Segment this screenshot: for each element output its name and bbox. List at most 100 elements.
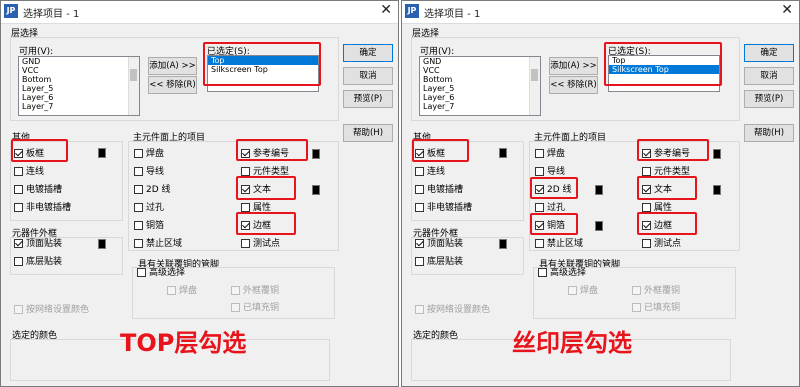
board-outline-color-swatch[interactable] — [98, 148, 106, 158]
net-color-checkbox[interactable]: 按网络设置颜色 — [415, 305, 490, 317]
checkbox-box — [134, 149, 143, 158]
available-layers-list[interactable]: GND VCC Bottom Layer_5 Layer_6 Layer_7 — [419, 56, 541, 116]
bottom-mount-checkbox[interactable]: 底层贴装 — [415, 257, 463, 269]
preview-button[interactable]: 预览(P) — [744, 90, 794, 108]
line-2d-checkbox[interactable]: 2D 线 — [134, 185, 171, 197]
trace-checkbox[interactable]: 导线 — [134, 167, 164, 179]
top-mount-label: 顶面贴装 — [427, 239, 464, 249]
nonplated-slot-checkbox[interactable]: 非电镀插槽 — [415, 203, 472, 215]
pad-label: 焊盘 — [547, 149, 566, 159]
advanced-select-checkbox[interactable]: 高级选择 — [137, 268, 185, 280]
available-layer-item[interactable]: Layer_5 — [19, 84, 139, 93]
filled-copper-checkbox[interactable]: 已填充铜 — [231, 303, 279, 315]
title-bar[interactable]: JP 选择项目 - 1 ✕ — [1, 1, 398, 24]
line-2d-highlight — [530, 177, 578, 199]
preview-button[interactable]: 预览(P) — [343, 90, 393, 108]
test-point-checkbox[interactable]: 测试点 — [642, 239, 681, 251]
scrollbar[interactable] — [128, 57, 139, 115]
available-layer-item[interactable]: Layer_6 — [19, 93, 139, 102]
pad-checkbox[interactable]: 焊盘 — [134, 149, 164, 161]
remove-layer-button[interactable]: << 移除(R) — [549, 76, 598, 94]
checkbox-box — [14, 239, 23, 248]
plated-slot-checkbox[interactable]: 电镀插槽 — [14, 185, 62, 197]
available-layer-item[interactable]: Layer_7 — [420, 102, 540, 111]
available-layer-item[interactable]: Layer_5 — [420, 84, 540, 93]
available-layer-item[interactable]: VCC — [19, 66, 139, 75]
ok-button[interactable]: 确定 — [744, 44, 794, 62]
remove-layer-button[interactable]: << 移除(R) — [148, 76, 197, 94]
annotation-caption: 丝印层勾选 — [512, 329, 632, 357]
help-button[interactable]: 帮助(H) — [744, 124, 794, 142]
nonplated-slot-checkbox[interactable]: 非电镀插槽 — [14, 203, 71, 215]
checkbox-box — [642, 239, 651, 248]
add-layer-button[interactable]: 添加(A) >> — [549, 57, 598, 75]
checkbox-box — [535, 239, 544, 248]
ok-button[interactable]: 确定 — [343, 44, 393, 62]
ref-des-color-swatch[interactable] — [312, 149, 320, 159]
window-title: 选择项目 - 1 — [23, 9, 80, 20]
checkbox-box — [167, 286, 176, 295]
plated-slot-checkbox[interactable]: 电镀插槽 — [415, 185, 463, 197]
line-2d-label: 2D 线 — [146, 185, 171, 195]
checkbox-box — [415, 167, 424, 176]
ref-des-color-swatch[interactable] — [713, 149, 721, 159]
checkbox-box — [535, 203, 544, 212]
outer-copper-checkbox[interactable]: 外框覆铜 — [231, 286, 279, 298]
outer-copper-checkbox[interactable]: 外框覆铜 — [632, 286, 680, 298]
filled-copper-checkbox[interactable]: 已填充铜 — [632, 303, 680, 315]
copper-highlight — [530, 213, 578, 235]
close-icon[interactable]: ✕ — [380, 2, 392, 18]
add-layer-button[interactable]: 添加(A) >> — [148, 57, 197, 75]
copper-checkbox[interactable]: 铜箔 — [134, 221, 164, 233]
cancel-button[interactable]: 取消 — [744, 67, 794, 85]
text-color-swatch[interactable] — [713, 185, 721, 195]
pour-pad-label: 焊盘 — [580, 286, 599, 296]
line-2d-color-swatch[interactable] — [595, 185, 603, 195]
pad-checkbox[interactable]: 焊盘 — [535, 149, 565, 161]
copper-color-swatch[interactable] — [595, 221, 603, 231]
scrollbar-thumb[interactable] — [130, 69, 137, 81]
via-checkbox[interactable]: 过孔 — [134, 203, 164, 215]
nonplated-slot-label: 非电镀插槽 — [26, 203, 72, 213]
available-layer-item[interactable]: Bottom — [19, 75, 139, 84]
title-bar[interactable]: JP 选择项目 - 1 ✕ — [402, 1, 799, 24]
top-mount-color-swatch[interactable] — [98, 239, 106, 249]
checkbox-box — [134, 221, 143, 230]
annotation-caption: TOP层勾选 — [120, 329, 247, 357]
available-layer-item[interactable]: GND — [19, 57, 139, 66]
checkbox-box — [568, 286, 577, 295]
available-layer-item[interactable]: GND — [420, 57, 540, 66]
advanced-select-checkbox[interactable]: 高级选择 — [538, 268, 586, 280]
top-mount-checkbox[interactable]: 顶面贴装 — [415, 239, 463, 251]
window-title: 选择项目 - 1 — [424, 9, 481, 20]
ref-des-highlight — [236, 139, 308, 161]
help-button[interactable]: 帮助(H) — [343, 124, 393, 142]
top-mount-color-swatch[interactable] — [499, 239, 507, 249]
bottom-mount-checkbox[interactable]: 底层贴装 — [14, 257, 62, 269]
scrollbar-thumb[interactable] — [531, 69, 538, 81]
connection-checkbox[interactable]: 连线 — [14, 167, 44, 179]
cancel-button[interactable]: 取消 — [343, 67, 393, 85]
pour-pad-checkbox[interactable]: 焊盘 — [167, 286, 197, 298]
checkbox-box — [642, 167, 651, 176]
keepout-checkbox[interactable]: 禁止区域 — [535, 239, 583, 251]
checkbox-box — [632, 303, 641, 312]
checkbox-box — [134, 203, 143, 212]
connection-checkbox[interactable]: 连线 — [415, 167, 445, 179]
scrollbar[interactable] — [529, 57, 540, 115]
keepout-checkbox[interactable]: 禁止区域 — [134, 239, 182, 251]
net-color-checkbox[interactable]: 按网络设置颜色 — [14, 305, 89, 317]
available-layer-item[interactable]: VCC — [420, 66, 540, 75]
pour-pad-checkbox[interactable]: 焊盘 — [568, 286, 598, 298]
board-outline-color-swatch[interactable] — [499, 148, 507, 158]
available-layer-item[interactable]: Layer_6 — [420, 93, 540, 102]
text-color-swatch[interactable] — [312, 185, 320, 195]
available-layers-list[interactable]: GND VCC Bottom Layer_5 Layer_6 Layer_7 — [18, 56, 140, 116]
close-icon[interactable]: ✕ — [781, 2, 793, 18]
available-layer-item[interactable]: Bottom — [420, 75, 540, 84]
checkbox-box — [535, 167, 544, 176]
checkbox-box — [14, 203, 23, 212]
test-point-checkbox[interactable]: 测试点 — [241, 239, 280, 251]
top-mount-checkbox[interactable]: 顶面贴装 — [14, 239, 62, 251]
available-layer-item[interactable]: Layer_7 — [19, 102, 139, 111]
